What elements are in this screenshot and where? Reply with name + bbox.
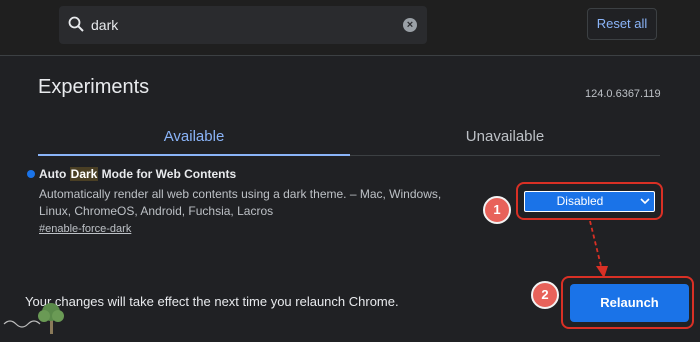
experiment-description: Automatically render all web contents us… [39, 187, 442, 218]
top-bar: dark × Reset all [0, 0, 700, 55]
header-divider [0, 55, 700, 56]
search-input[interactable]: dark [91, 17, 118, 33]
tab-available[interactable]: Available [38, 128, 350, 145]
experiment-title: Auto Dark Mode for Web Contents [39, 167, 236, 181]
annotation-step-2: 2 [531, 281, 559, 309]
version-label: 124.0.6367.119 [585, 88, 661, 100]
clear-icon[interactable]: × [403, 18, 417, 32]
annotation-step-1: 1 [483, 196, 511, 224]
tab-unavailable[interactable]: Unavailable [350, 128, 660, 145]
reset-all-button[interactable]: Reset all [587, 8, 657, 40]
tab-active-indicator [38, 154, 350, 156]
experiment-title-post: Mode for Web Contents [98, 167, 237, 181]
experiment-link[interactable]: #enable-force-dark [39, 223, 131, 235]
chevron-down-icon [640, 192, 650, 218]
experiment-status-dot [27, 170, 35, 178]
relaunch-button[interactable]: Relaunch [570, 284, 689, 322]
experiment-state-select[interactable]: Disabled [524, 191, 655, 212]
select-value: Disabled [556, 194, 604, 208]
search-highlight: Dark [69, 167, 99, 181]
search-icon [67, 15, 85, 38]
tab-divider [350, 155, 660, 156]
search-box[interactable]: dark × [59, 6, 427, 44]
page-title: Experiments [38, 76, 150, 98]
tree-logo [0, 296, 90, 336]
experiment-title-pre: Auto [39, 167, 70, 181]
